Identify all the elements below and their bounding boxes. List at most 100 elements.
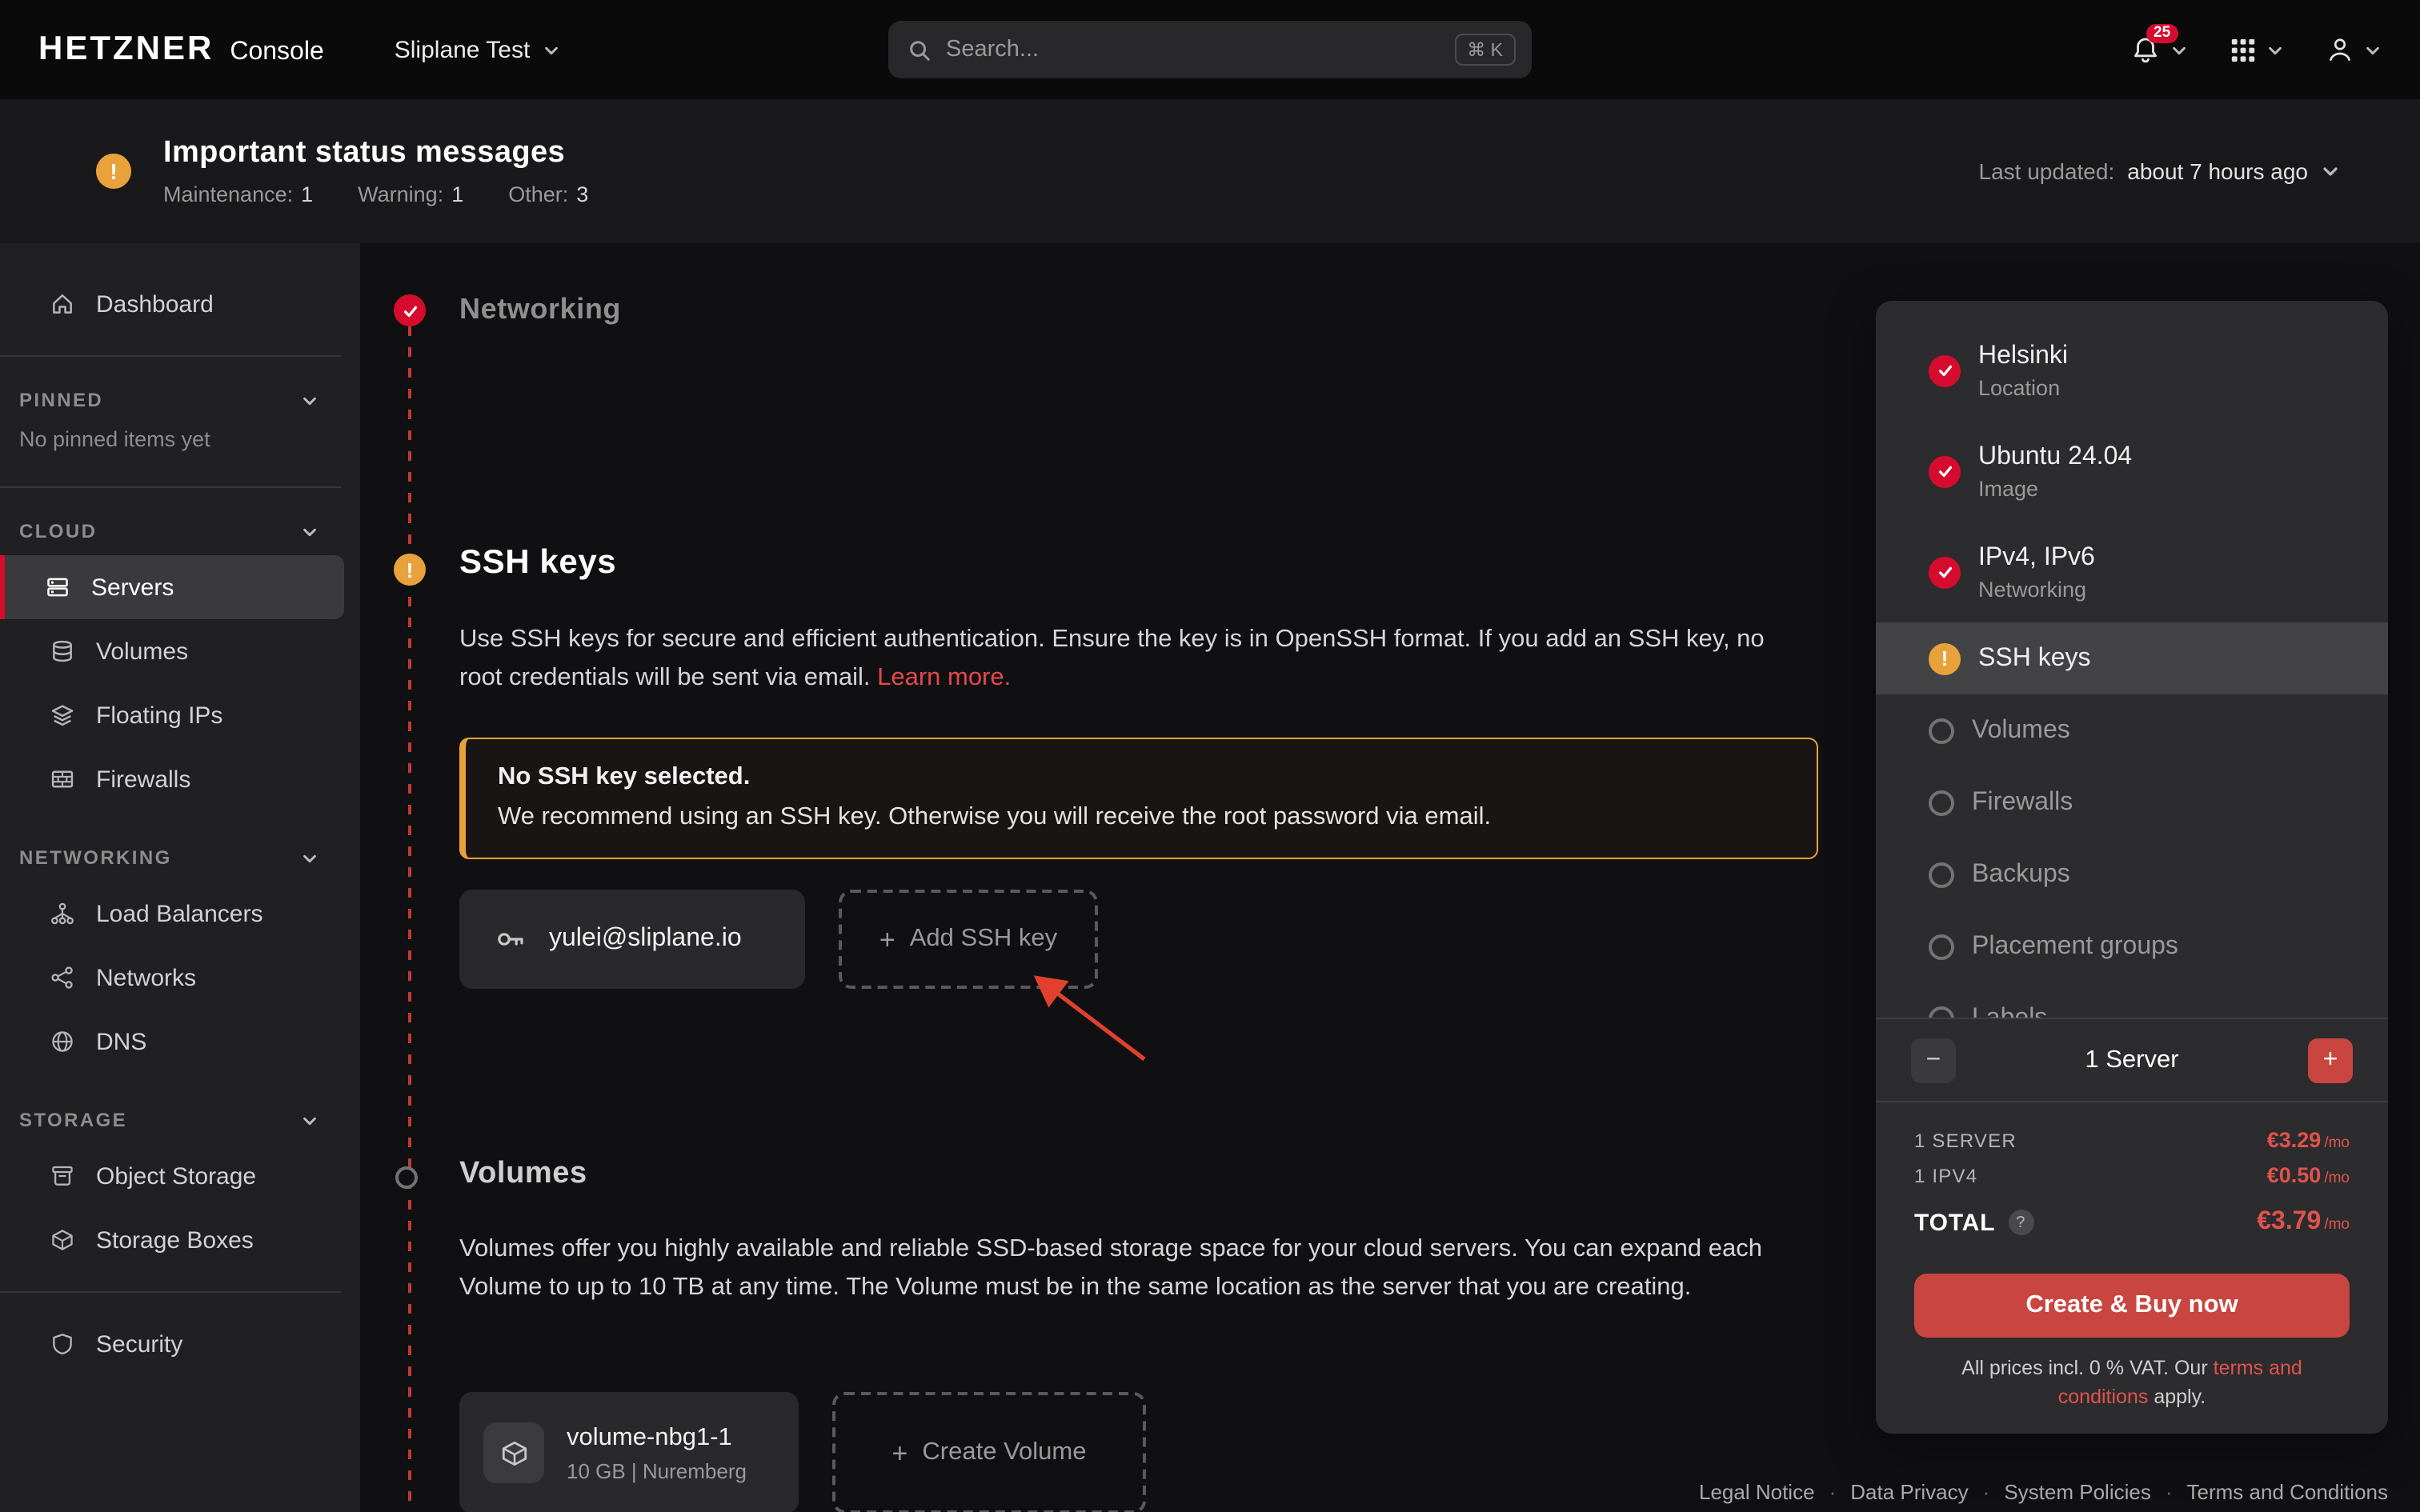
server-count-label: 1 Server: [1956, 1046, 2308, 1074]
decrease-server-count-button[interactable]: −: [1911, 1038, 1956, 1082]
volume-meta: 10 GB | Nuremberg: [567, 1458, 747, 1482]
sidebar-item-label: Object Storage: [96, 1162, 256, 1190]
top-navbar: HETZNER Console Sliplane Test ⌘ K 25: [0, 0, 2420, 99]
search-bar[interactable]: ⌘ K: [888, 21, 1532, 78]
apps-grid-icon: [2230, 36, 2257, 63]
warning-icon: !: [96, 154, 131, 189]
total-label: TOTAL: [1914, 1209, 1995, 1236]
sidebar-item-firewalls[interactable]: Firewalls: [0, 747, 344, 811]
volumes-step-todo-icon: [395, 1166, 418, 1189]
sidebar-item-label: Security: [96, 1330, 182, 1358]
apps-menu-button[interactable]: [2230, 36, 2284, 63]
chevron-down-icon: [301, 1111, 319, 1129]
price-value: €3.29: [2267, 1128, 2322, 1152]
other-count-label: Other:: [508, 182, 568, 206]
search-input[interactable]: [946, 37, 1440, 62]
sidebar-item-dashboard[interactable]: Dashboard: [0, 272, 344, 336]
create-buy-button[interactable]: Create & Buy now: [1914, 1274, 2350, 1338]
search-icon: [908, 38, 932, 62]
volume-name: volume-nbg1-1: [567, 1423, 747, 1452]
brand-text: HETZNER: [38, 30, 214, 69]
plus-icon: +: [879, 926, 895, 953]
maintenance-count-label: Maintenance:: [163, 182, 293, 206]
ssh-key-name: yulei@sliplane.io: [549, 925, 742, 954]
project-selector[interactable]: Sliplane Test: [395, 36, 561, 63]
server-count-stepper: − 1 Server +: [1876, 1018, 2388, 1101]
warning-icon: !: [1929, 642, 1961, 674]
step-title: IPv4, IPv6: [1978, 543, 2095, 572]
chevron-down-icon: [2266, 41, 2284, 58]
step-title: Ubuntu 24.04: [1978, 442, 2132, 471]
help-icon[interactable]: ?: [2008, 1210, 2033, 1235]
todo-circle-icon: [1929, 934, 1954, 959]
create-volume-button[interactable]: + Create Volume: [832, 1392, 1146, 1512]
create-volume-label: Create Volume: [922, 1438, 1086, 1467]
summary-step-labels[interactable]: Labels: [1876, 982, 2388, 1018]
layers-icon: [50, 702, 75, 728]
price-value: €0.50: [2267, 1163, 2322, 1187]
terms-conditions-link[interactable]: Terms and Conditions: [2187, 1480, 2388, 1504]
status-banner-title: Important status messages: [163, 136, 588, 171]
step-title: Firewalls: [1972, 788, 2073, 817]
price-unit: /mo: [2324, 1170, 2350, 1187]
sidebar-item-floating-ips[interactable]: Floating IPs: [0, 683, 344, 747]
networking-section-title: Networking: [459, 293, 621, 326]
data-privacy-link[interactable]: Data Privacy: [1850, 1480, 1968, 1504]
home-icon: [50, 291, 75, 317]
notification-count-badge: 25: [2146, 23, 2178, 43]
separator: ·: [1829, 1480, 1837, 1504]
system-policies-link[interactable]: System Policies: [2004, 1480, 2151, 1504]
step-title: SSH keys: [1978, 644, 2091, 673]
add-ssh-key-button[interactable]: + Add SSH key: [839, 890, 1098, 989]
volume-card[interactable]: volume-nbg1-1 10 GB | Nuremberg: [459, 1392, 799, 1512]
account-menu-button[interactable]: [2326, 35, 2382, 64]
summary-step-volumes[interactable]: Volumes: [1876, 694, 2388, 766]
last-updated-toggle[interactable]: Last updated: about 7 hours ago: [1979, 158, 2340, 184]
price-row-total: TOTAL ? €3.79/mo: [1914, 1208, 2350, 1237]
price-label: 1 SERVER: [1914, 1129, 2017, 1151]
sidebar-section-cloud[interactable]: CLOUD: [0, 507, 360, 555]
price-unit: /mo: [2324, 1134, 2350, 1152]
summary-step-ssh-keys[interactable]: ! SSH keys: [1876, 622, 2388, 694]
maintenance-count-value: 1: [301, 182, 313, 206]
sidebar-item-volumes[interactable]: Volumes: [0, 619, 344, 683]
status-banner: ! Important status messages Maintenance:…: [0, 99, 2420, 243]
networking-step-done-icon: [394, 294, 426, 326]
sidebar-item-servers[interactable]: Servers: [0, 555, 344, 619]
hetzner-console-page: HETZNER Console Sliplane Test ⌘ K 25: [0, 0, 2420, 1512]
section-header-label: NETWORKING: [19, 846, 172, 869]
legal-notice-link[interactable]: Legal Notice: [1699, 1480, 1815, 1504]
sidebar-item-object-storage[interactable]: Object Storage: [0, 1144, 344, 1208]
step-title: Helsinki: [1978, 342, 2068, 370]
increase-server-count-button[interactable]: +: [2308, 1038, 2353, 1082]
total-unit: /mo: [2324, 1216, 2350, 1234]
todo-circle-icon: [1929, 1006, 1954, 1018]
ssh-key-card[interactable]: yulei@sliplane.io: [459, 890, 805, 989]
learn-more-link[interactable]: Learn more.: [877, 665, 1011, 692]
notifications-button[interactable]: 25: [2130, 34, 2188, 65]
sidebar-item-load-balancers[interactable]: Load Balancers: [0, 882, 344, 946]
sidebar-item-storage-boxes[interactable]: Storage Boxes: [0, 1208, 344, 1272]
summary-step-image[interactable]: Ubuntu 24.04 Image: [1876, 421, 2388, 522]
sidebar-section-networking[interactable]: NETWORKING: [0, 834, 360, 882]
chevron-down-icon: [301, 849, 319, 866]
sidebar-section-pinned[interactable]: PINNED: [0, 376, 360, 424]
summary-step-networking[interactable]: IPv4, IPv6 Networking: [1876, 522, 2388, 622]
step-subtitle: Image: [1978, 476, 2132, 500]
check-icon: [1929, 354, 1961, 386]
sidebar-item-dns[interactable]: DNS: [0, 1010, 344, 1074]
summary-step-location[interactable]: Helsinki Location: [1876, 320, 2388, 421]
sidebar-item-security[interactable]: Security: [0, 1312, 344, 1376]
progress-rail: [408, 326, 411, 1512]
load-balancer-icon: [50, 901, 75, 926]
summary-step-firewalls[interactable]: Firewalls: [1876, 766, 2388, 838]
sidebar-section-storage[interactable]: STORAGE: [0, 1096, 360, 1144]
add-ssh-key-label: Add SSH key: [910, 925, 1057, 954]
chevron-down-icon: [2321, 162, 2340, 181]
sidebar-item-label: Load Balancers: [96, 900, 263, 927]
sidebar-item-networks[interactable]: Networks: [0, 946, 344, 1010]
summary-step-placement-groups[interactable]: Placement groups: [1876, 910, 2388, 982]
summary-step-backups[interactable]: Backups: [1876, 838, 2388, 910]
hetzner-logo[interactable]: HETZNER Console: [38, 30, 324, 69]
last-updated-label: Last updated:: [1979, 158, 2115, 184]
